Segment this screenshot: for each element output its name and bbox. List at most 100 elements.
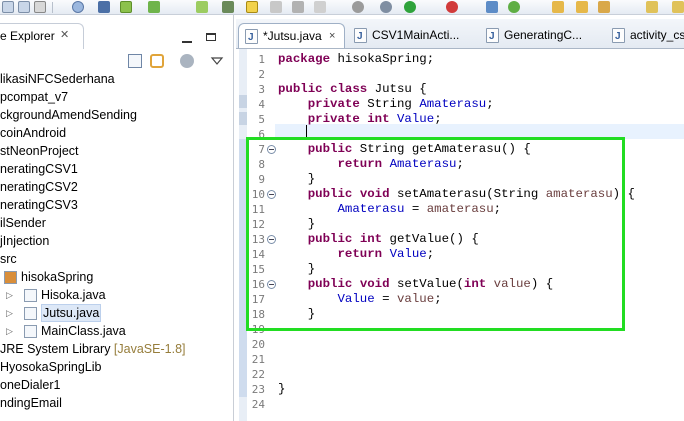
maximize-icon[interactable]: [206, 33, 216, 41]
editor-tab-csv1mainactivity[interactable]: CSV1MainActi...: [348, 23, 468, 48]
print-icon[interactable]: [34, 1, 46, 13]
tree-item-label: jInjection: [0, 234, 50, 248]
tree-item[interactable]: neratingCSV1: [0, 160, 233, 178]
line-number: 3: [258, 83, 265, 96]
package-explorer-tab[interactable]: e Explorer ✕: [0, 23, 84, 49]
gear-icon[interactable]: [380, 1, 392, 13]
close-icon[interactable]: ✕: [60, 28, 69, 41]
back-arrow-icon[interactable]: [646, 1, 658, 13]
package-icon: [4, 271, 17, 284]
package-explorer-panel: e Explorer ✕ likasiNFCSederhana pcompat_v…: [0, 15, 234, 421]
tree-item[interactable]: ▷ MainClass.java: [0, 322, 233, 340]
link-with-editor-icon[interactable]: [150, 54, 164, 68]
tree-item[interactable]: ▷ Hisoka.java: [0, 286, 233, 304]
java-icon: [24, 307, 37, 320]
keyword-token: int: [367, 112, 390, 126]
tree-item[interactable]: stNeonProject: [0, 142, 233, 160]
java-file-icon: [486, 25, 499, 48]
tree-item[interactable]: neratingCSV2: [0, 178, 233, 196]
toggle-icon[interactable]: [292, 1, 304, 13]
expand-arrow-icon[interactable]: ▷: [6, 304, 13, 322]
pin-icon[interactable]: [222, 1, 234, 13]
tree-item[interactable]: ckgroundAmendSending: [0, 106, 233, 124]
java-file-icon: [354, 25, 367, 48]
new-android-icon[interactable]: [196, 1, 208, 13]
tree-item[interactable]: ▷ Jutsu.java: [0, 304, 233, 322]
tree-item-label: oneDialer1: [0, 378, 61, 392]
tree-item-label: hisokaSpring: [21, 270, 94, 284]
edit-icon[interactable]: [270, 1, 282, 13]
line-number: 23: [251, 383, 265, 396]
tree-item-label: ndingEmail: [0, 396, 62, 410]
java-icon: [24, 325, 37, 338]
keyword-token: private: [307, 97, 360, 111]
tree-item-label: JRE System Library [JavaSE-1.8]: [0, 342, 186, 356]
search-icon[interactable]: [72, 1, 84, 13]
tree-item-label: pcompat_v7: [0, 90, 69, 104]
android-sdk-icon[interactable]: [120, 1, 132, 13]
forward-arrow-icon[interactable]: [672, 1, 684, 13]
package-explorer-tab-label: e Explorer: [0, 29, 55, 43]
refresh-icon[interactable]: [508, 1, 520, 13]
tree-item-label: Hisoka.java: [41, 288, 106, 302]
keyword-token: public: [278, 82, 323, 96]
run-icon[interactable]: [404, 1, 416, 13]
tree-item[interactable]: [0, 412, 233, 421]
expand-arrow-icon[interactable]: ▷: [6, 322, 13, 340]
line-number: 21: [251, 353, 265, 366]
override-marker-icon: [239, 112, 247, 125]
tree-item[interactable]: ilSender: [0, 214, 233, 232]
brush-icon[interactable]: [598, 1, 610, 13]
tree-item[interactable]: src: [0, 250, 233, 268]
tree-item-label: HyosokaSpringLib: [0, 360, 102, 374]
line-number: 2: [258, 68, 265, 81]
close-icon[interactable]: ×: [329, 24, 335, 48]
stop-icon[interactable]: [446, 1, 458, 13]
tree-item-label: stNeonProject: [0, 144, 79, 158]
checkbox-icon[interactable]: [148, 1, 160, 13]
tree-item-label: ckgroundAmendSending: [0, 108, 137, 122]
tree-item-label: coinAndroid: [0, 126, 67, 140]
tree-item[interactable]: hisokaSpring: [0, 268, 233, 286]
tree-item[interactable]: JRE System Library [JavaSE-1.8]: [0, 340, 233, 358]
download-icon[interactable]: [98, 1, 110, 13]
line-number: 4: [258, 98, 265, 111]
tree-item[interactable]: ndingEmail: [0, 394, 233, 412]
expand-arrow-icon[interactable]: ▷: [6, 286, 13, 304]
debug-icon[interactable]: [352, 1, 364, 13]
open-folder-icon[interactable]: [552, 1, 564, 13]
tree-item[interactable]: HyosokaSpringLib: [0, 358, 233, 376]
editor-tab-label: GeneratingC...: [504, 28, 583, 42]
editor-tab-label: activity_cs: [630, 28, 684, 42]
tree-item[interactable]: pcompat_v7: [0, 88, 233, 106]
save-icon[interactable]: [2, 1, 14, 13]
collapse-all-icon[interactable]: [128, 54, 142, 68]
editor-tab-label: CSV1MainActi...: [372, 28, 460, 42]
tree-item-label: neratingCSV2: [0, 180, 78, 194]
folder-icon[interactable]: [576, 1, 588, 13]
line-number: 20: [251, 338, 265, 351]
editor-tab-generatingcsv[interactable]: GeneratingC...: [480, 23, 594, 48]
view-menu-chevron-down-icon[interactable]: [210, 54, 224, 68]
tree-item[interactable]: likasiNFCSederhana: [0, 70, 233, 88]
save-all-icon[interactable]: [18, 1, 30, 13]
highlight-icon[interactable]: [246, 1, 258, 13]
tree-item[interactable]: jInjection: [0, 232, 233, 250]
focus-icon[interactable]: [180, 54, 194, 68]
mark-icon[interactable]: [314, 1, 326, 13]
tree-item-label: likasiNFCSederhana: [0, 72, 115, 86]
new-java-project-icon[interactable]: [486, 1, 498, 13]
field-token: Value: [397, 112, 435, 126]
java-file-icon: [245, 26, 258, 48]
tree-item[interactable]: oneDialer1: [0, 376, 233, 394]
tree-item[interactable]: coinAndroid: [0, 124, 233, 142]
editor-tab-activity-csv[interactable]: activity_cs: [606, 23, 684, 48]
minimize-icon[interactable]: [182, 37, 192, 43]
code-editor[interactable]: 1 2 3 4 5 6 7 8 9 10 11 12 13 14 15 16 17 18 19 20 21 22 23 24 …: [236, 49, 684, 421]
tree-item[interactable]: neratingCSV3: [0, 196, 233, 214]
tree-item-label: ilSender: [0, 216, 46, 230]
editor-tabbar: *Jutsu.java × CSV1MainActi... Generating…: [236, 19, 684, 49]
editor-tab-jutsu[interactable]: *Jutsu.java ×: [238, 23, 345, 48]
tree-item-label: src: [0, 252, 17, 266]
code-line: package hisokaSpring;: [278, 52, 435, 66]
